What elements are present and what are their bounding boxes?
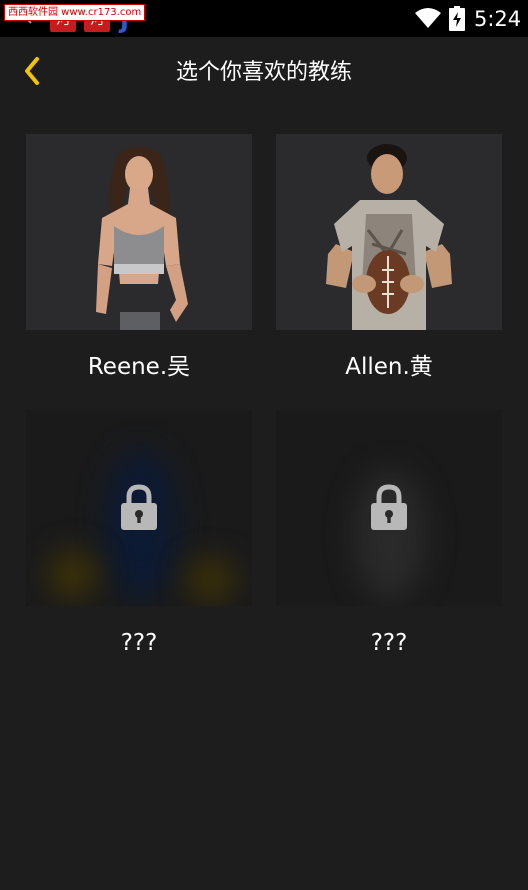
status-bar: 河 河 J 西西软件园 www.cr173.com 5:24 [0, 0, 528, 37]
lock-icon [121, 484, 157, 530]
back-button[interactable] [12, 49, 52, 93]
page-title: 选个你喜欢的教练 [175, 60, 352, 85]
coach-name: ??? [120, 630, 158, 656]
watermark: 西西软件园 www.cr173.com [4, 4, 146, 21]
wifi-icon [415, 8, 441, 28]
coach-photo [276, 134, 502, 330]
coach-name: Reene.吴 [87, 354, 191, 380]
coach-photo-locked [276, 410, 502, 606]
coach-name: ??? [370, 630, 408, 656]
coach-photo [26, 134, 252, 330]
coach-photo-locked [26, 410, 252, 606]
coach-photo-female [96, 147, 188, 330]
clock: 5:24 [474, 7, 522, 31]
coach-card-locked[interactable]: ??? [276, 410, 502, 656]
app-header: 选个你喜欢的教练 [0, 37, 528, 109]
coach-card-allen[interactable]: Allen.黄 [276, 134, 502, 380]
coach-card-locked[interactable]: ??? [26, 410, 252, 656]
coach-photo-male [326, 144, 452, 330]
lock-icon [371, 484, 407, 530]
coach-card-reene[interactable]: Reene.吴 [26, 134, 252, 380]
coach-name: Allen.黄 [345, 354, 433, 380]
chevron-left-icon [25, 57, 39, 85]
battery-charging-icon [449, 6, 465, 31]
